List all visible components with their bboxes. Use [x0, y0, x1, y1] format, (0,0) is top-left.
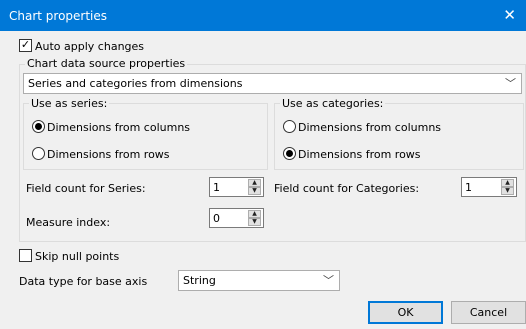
field-count-series-spinner[interactable]: 1 ▲ ▼: [209, 177, 264, 197]
data-type-select[interactable]: String ﹀: [178, 270, 340, 291]
measure-index-label: Measure index:: [26, 216, 111, 229]
close-icon[interactable]: ✕: [503, 6, 516, 24]
measure-index-spinner[interactable]: 0 ▲ ▼: [209, 208, 264, 228]
field-count-series-value: 1: [213, 181, 220, 194]
categories-columns-label: Dimensions from columns: [298, 121, 442, 134]
skip-null-label: Skip null points: [35, 250, 120, 263]
auto-apply-label: Auto apply changes: [35, 40, 145, 53]
categories-rows-label: Dimensions from rows: [298, 148, 421, 161]
field-count-categories-label: Field count for Categories:: [274, 182, 420, 195]
chevron-down-icon: ﹀: [505, 77, 516, 90]
spin-down-icon[interactable]: ▼: [501, 187, 514, 195]
field-count-series-label: Field count for Series:: [26, 182, 146, 195]
spin-up-icon[interactable]: ▲: [248, 210, 261, 218]
data-type-select-value: String: [183, 274, 216, 287]
spin-up-icon[interactable]: ▲: [501, 179, 514, 187]
title-bar: Chart properties ✕: [0, 0, 526, 31]
spin-up-icon[interactable]: ▲: [248, 179, 261, 187]
field-count-categories-spinner[interactable]: 1 ▲ ▼: [461, 177, 517, 197]
spin-down-icon[interactable]: ▼: [248, 218, 261, 226]
datasource-group-label: Chart data source properties: [25, 57, 188, 70]
chevron-down-icon: ﹀: [323, 274, 334, 287]
data-type-label: Data type for base axis: [19, 275, 148, 288]
auto-apply-checkbox[interactable]: ✓: [19, 38, 32, 52]
series-columns-radio[interactable]: [32, 120, 45, 133]
categories-group-label: Use as categories:: [280, 97, 386, 110]
categories-columns-radio[interactable]: [283, 120, 296, 133]
datasource-select[interactable]: Series and categories from dimensions ﹀: [23, 73, 522, 94]
series-rows-radio[interactable]: [32, 147, 45, 160]
categories-rows-radio[interactable]: [283, 147, 296, 160]
checkmark-icon: ✓: [20, 38, 31, 51]
series-rows-label: Dimensions from rows: [47, 148, 170, 161]
field-count-categories-value: 1: [465, 181, 472, 194]
spin-down-icon[interactable]: ▼: [248, 187, 261, 195]
series-group-label: Use as series:: [29, 97, 110, 110]
window-title: Chart properties: [9, 9, 108, 23]
measure-index-value: 0: [213, 212, 220, 225]
datasource-select-value: Series and categories from dimensions: [28, 77, 243, 90]
ok-button[interactable]: OK: [368, 301, 443, 324]
cancel-button[interactable]: Cancel: [451, 301, 526, 324]
skip-null-checkbox[interactable]: ✓: [19, 249, 32, 262]
series-columns-label: Dimensions from columns: [47, 121, 191, 134]
